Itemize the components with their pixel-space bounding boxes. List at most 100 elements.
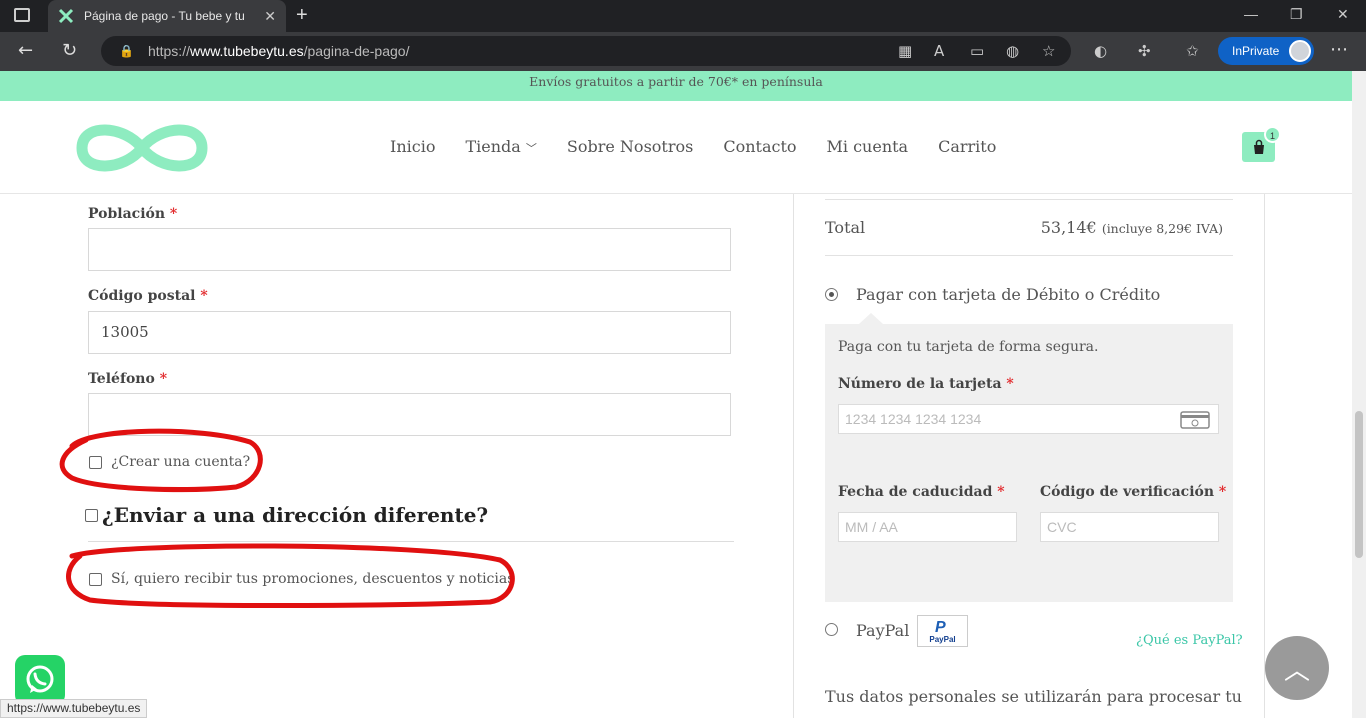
column-border-right (1264, 194, 1265, 718)
credit-card-icon (1180, 411, 1210, 429)
promo-text: Envíos gratuitos a partir de 70€* en pen… (529, 74, 823, 89)
required-mark: * (1006, 376, 1014, 392)
nav-contacto[interactable]: Contacto (723, 137, 796, 156)
newsletter-label[interactable]: Sí, quiero recibir tus promociones, desc… (111, 571, 514, 587)
add-favorite-icon[interactable]: ☆ (1042, 42, 1055, 60)
expiry-label: Fecha de caducidad * (838, 484, 1005, 500)
paypal-label[interactable]: PayPal (856, 621, 909, 640)
url-prefix: https:// (147, 43, 190, 59)
whatsapp-button[interactable] (15, 655, 65, 705)
nav-tienda[interactable]: Tienda ﹀ (465, 137, 536, 156)
postcode-label-text: Código postal (88, 288, 196, 304)
cvc-label-text: Código de verificación (1040, 484, 1215, 500)
nav-tienda-label: Tienda (465, 137, 521, 156)
create-account-checkbox[interactable] (89, 456, 102, 469)
expiry-label-text: Fecha de caducidad (838, 484, 993, 500)
page-scrollbar[interactable] (1352, 71, 1366, 718)
favorites-icon[interactable]: ✩ (1186, 42, 1199, 60)
required-mark: * (997, 484, 1005, 500)
ship-different-checkbox[interactable] (85, 509, 98, 522)
url-path: /pagina-de-pago/ (303, 43, 410, 59)
inprivate-button[interactable]: InPrivate (1218, 37, 1314, 65)
paypal-radio[interactable] (825, 623, 838, 636)
ship-different-heading[interactable]: ¿Enviar a una dirección diferente? (102, 503, 488, 527)
total-amount: 53,14€ (1040, 218, 1097, 237)
cart-button[interactable]: 1 (1242, 126, 1281, 162)
phone-label: Teléfono * (88, 371, 167, 387)
postcode-label: Código postal * (88, 288, 208, 304)
browser-tab-bar: Página de pago - Tu bebe y tu ✕ + — ❐ ✕ (0, 0, 1366, 32)
city-label-text: Población (88, 206, 166, 222)
browser-toolbar: ← ↻ 🔒 https://www.tubebeytu.es/pagina-de… (0, 32, 1366, 71)
extension-icon[interactable]: ◐ (1094, 42, 1107, 60)
nav-sobre-nosotros[interactable]: Sobre Nosotros (567, 137, 693, 156)
total-tax: (incluye 8,29€ IVA) (1101, 221, 1223, 236)
back-icon[interactable]: ← (18, 40, 33, 61)
site-logo[interactable] (74, 115, 210, 181)
column-border-left (793, 194, 794, 718)
privacy-text: Tus datos personales se utilizarán para … (825, 687, 1242, 706)
card-number-input[interactable]: 1234 1234 1234 1234 (838, 404, 1219, 434)
browser-status-bar: https://www.tubebeytu.es (0, 699, 148, 718)
phone-input[interactable] (88, 393, 731, 436)
site-favicon-icon (58, 8, 74, 24)
tab-title: Página de pago - Tu bebe y tu (84, 9, 245, 23)
required-mark: * (1218, 484, 1227, 500)
cvc-input[interactable]: CVC (1040, 512, 1219, 542)
newsletter-checkbox[interactable] (89, 573, 102, 586)
window-close-icon[interactable]: ✕ (1337, 6, 1349, 23)
postcode-input[interactable]: 13005 (88, 311, 731, 354)
sidebar-toggle-icon[interactable] (14, 8, 30, 22)
city-label: Población * (88, 206, 177, 222)
card-number-placeholder: 1234 1234 1234 1234 (845, 411, 982, 427)
extensions-icon[interactable]: ✣ (1138, 42, 1151, 60)
read-aloud-icon[interactable]: A (934, 42, 944, 60)
required-mark: * (169, 206, 178, 222)
required-mark: * (159, 371, 168, 387)
paypal-p-icon: P (935, 619, 946, 636)
card-box-pointer (859, 313, 883, 324)
tab-close-icon[interactable]: ✕ (264, 8, 276, 25)
required-mark: * (200, 288, 208, 304)
card-intro-text: Paga con tu tarjeta de forma segura. (838, 339, 1099, 355)
nav-mi-cuenta[interactable]: Mi cuenta (827, 137, 909, 156)
total-label: Total (825, 218, 866, 237)
scrollbar-thumb[interactable] (1355, 411, 1363, 558)
what-is-paypal-link[interactable]: ¿Qué es PayPal? (1136, 633, 1243, 648)
restore-icon[interactable]: ❐ (1290, 6, 1303, 23)
url-host: www.tubebeytu.es (189, 43, 304, 59)
card-number-label: Número de la tarjeta * (838, 376, 1014, 392)
browser-tab[interactable]: Página de pago - Tu bebe y tu ✕ (48, 0, 286, 32)
minimize-icon[interactable]: — (1244, 6, 1258, 22)
create-account-label[interactable]: ¿Crear una cuenta? (111, 454, 250, 470)
cvc-label: Código de verificación * (1040, 484, 1226, 500)
lock-icon: 🔒 (119, 44, 134, 58)
profile-avatar (1289, 40, 1311, 62)
nav-inicio[interactable]: Inicio (390, 137, 435, 156)
chevron-up-icon: ︿ (1283, 655, 1310, 686)
more-menu-icon[interactable]: ⋯ (1330, 39, 1348, 60)
card-payment-radio[interactable] (825, 288, 838, 301)
card-payment-label[interactable]: Pagar con tarjeta de Débito o Crédito (856, 285, 1160, 304)
reload-icon[interactable]: ↻ (62, 40, 77, 61)
nav-carrito[interactable]: Carrito (938, 137, 996, 156)
immersive-reader-icon[interactable]: ▭ (970, 42, 984, 60)
city-input[interactable] (88, 228, 731, 271)
whatsapp-icon (26, 665, 54, 693)
site-header: Inicio Tienda ﹀ Sobre Nosotros Contacto … (0, 101, 1352, 194)
main-nav: Inicio Tienda ﹀ Sobre Nosotros Contacto … (390, 137, 996, 156)
card-payment-box: Paga con tu tarjeta de forma segura. Núm… (825, 313, 1233, 602)
new-tab-button[interactable]: + (296, 4, 308, 27)
tracking-icon[interactable]: ◍ (1006, 42, 1019, 60)
shopping-bag-icon (1253, 139, 1264, 154)
phone-label-text: Teléfono (88, 371, 155, 387)
address-bar[interactable]: 🔒 https://www.tubebeytu.es/pagina-de-pag… (101, 36, 1071, 66)
chevron-down-icon: ﹀ (525, 142, 537, 155)
scroll-to-top-button[interactable]: ︿ (1265, 636, 1329, 700)
inprivate-label: InPrivate (1232, 44, 1280, 58)
expiry-input[interactable]: MM / AA (838, 512, 1017, 542)
apps-icon[interactable]: ▦ (898, 42, 912, 60)
order-total-row: Total 53,14€ (incluye 8,29€ IVA) (825, 199, 1233, 256)
paypal-logo: P PayPal (917, 615, 968, 647)
total-value: 53,14€ (incluye 8,29€ IVA) (1041, 218, 1223, 237)
